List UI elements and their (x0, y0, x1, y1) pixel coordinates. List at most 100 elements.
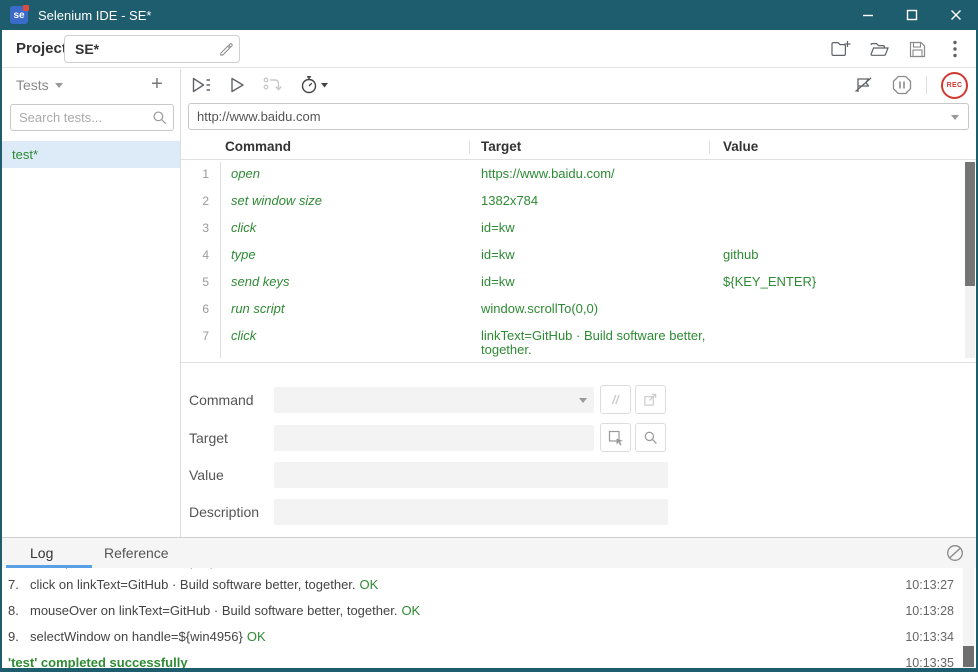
window-border-left (0, 30, 2, 668)
maximize-button[interactable] (890, 0, 934, 30)
table-row[interactable]: 6run scriptwindow.scrollTo(0,0) (181, 295, 976, 322)
target-cell: window.scrollTo(0,0) (481, 295, 721, 322)
tab-log[interactable]: Log (30, 538, 53, 568)
log-entry-text: click on linkText=GitHub · Build softwar… (30, 577, 356, 592)
command-table-header: Command Target Value (181, 134, 976, 160)
tests-header: Tests + (2, 69, 180, 100)
table-scrollbar[interactable] (965, 162, 975, 358)
target-cell: linkText=GitHub · Build software better,… (481, 322, 721, 362)
table-row[interactable]: 7clicklinkText=GitHub · Build software b… (181, 322, 976, 362)
command-cell: click (221, 322, 481, 362)
log-entry: 7.click on linkText=GitHub · Build softw… (0, 572, 978, 598)
target-form-row: Target (181, 424, 976, 452)
command-cell: type (221, 241, 481, 268)
value-cell: ${KEY_ENTER} (721, 268, 976, 295)
toggle-comment-button[interactable]: // (600, 385, 631, 414)
record-button[interactable]: REC (941, 72, 968, 99)
log-status-badge: OK (401, 603, 420, 618)
app-logo-text: se (13, 10, 24, 21)
command-form-row: Command // (181, 386, 976, 414)
command-dropdown-caret-icon[interactable] (579, 398, 587, 403)
clear-log-icon[interactable] (946, 544, 964, 562)
tests-dropdown[interactable]: Tests (16, 77, 49, 93)
table-row[interactable]: 5send keysid=kw${KEY_ENTER} (181, 268, 976, 295)
run-all-tests-icon[interactable] (191, 76, 212, 94)
close-button[interactable] (934, 0, 978, 30)
table-row[interactable]: 2set window size1382x784 (181, 187, 976, 214)
command-field-label: Command (189, 386, 254, 414)
tab-reference[interactable]: Reference (104, 538, 169, 568)
value-cell: github (721, 241, 976, 268)
test-list-item[interactable]: test* (2, 141, 180, 168)
header-command: Command (225, 134, 291, 160)
test-search-input[interactable] (11, 105, 149, 130)
value-field-input[interactable] (274, 462, 668, 488)
value-cell (721, 295, 976, 322)
more-options-icon[interactable] (944, 38, 966, 60)
table-scrollbar-thumb[interactable] (965, 162, 975, 286)
header-value: Value (723, 134, 758, 160)
value-cell (721, 160, 976, 187)
value-form-row: Value (181, 461, 976, 489)
target-cell: id=kw (481, 268, 721, 295)
save-project-icon[interactable] (906, 38, 928, 60)
value-field-label: Value (189, 461, 224, 489)
disable-breakpoints-icon[interactable] (854, 75, 878, 95)
log-status-badge: OK (247, 629, 266, 644)
select-target-button[interactable] (600, 423, 631, 452)
target-cell: id=kw (481, 241, 721, 268)
target-field-label: Target (189, 424, 228, 452)
header-divider (709, 141, 710, 154)
log-entry-text: 'test' completed successfully (8, 655, 188, 669)
selenium-ide-window: se Selenium IDE - SE* Project: (0, 0, 978, 672)
project-name-input[interactable] (65, 36, 213, 62)
command-cell: click (221, 214, 481, 241)
new-project-icon[interactable] (830, 38, 852, 60)
row-number: 3 (181, 214, 221, 241)
run-current-test-icon[interactable] (229, 76, 245, 94)
target-field-input[interactable] (274, 425, 594, 451)
toolbar-divider (926, 76, 927, 94)
log-entry: 'test' completed successfully10:13:35 (0, 650, 978, 669)
project-name-field (64, 35, 240, 63)
base-url-box (188, 103, 969, 130)
find-target-button[interactable] (635, 423, 666, 452)
log-scrollbar[interactable] (963, 568, 974, 669)
project-actions (830, 30, 966, 68)
playback-toolbar: REC (181, 69, 976, 101)
row-number: 6 (181, 295, 221, 322)
test-speed-icon[interactable] (299, 75, 329, 95)
minimize-button[interactable] (846, 0, 890, 30)
tests-dropdown-caret-icon[interactable] (55, 83, 63, 88)
row-number: 4 (181, 241, 221, 268)
log-entry-number: 8. (8, 598, 30, 624)
record-button-label: REC (947, 82, 963, 89)
command-field-input[interactable] (274, 387, 594, 413)
header-divider (469, 141, 470, 154)
test-search-box (10, 104, 174, 131)
open-reference-button[interactable] (635, 385, 666, 414)
row-number: 7 (181, 322, 221, 362)
window-title: Selenium IDE - SE* (38, 8, 151, 23)
window-controls (846, 0, 978, 30)
table-row[interactable]: 4typeid=kwgithub (181, 241, 976, 268)
search-icon (152, 110, 167, 125)
pause-on-exceptions-icon[interactable] (892, 75, 912, 95)
log-entry-time: 10:13:34 (905, 624, 954, 650)
url-dropdown-caret-icon[interactable] (951, 115, 959, 120)
commands-list: 1openhttps://www.baidu.com/2set window s… (181, 160, 976, 363)
log-status-badge: OK (360, 577, 379, 592)
log-scrollbar-thumb[interactable] (963, 646, 974, 667)
log-entry: 9.selectWindow on handle=${win4956}OK10:… (0, 624, 978, 650)
step-over-icon[interactable] (262, 76, 282, 94)
open-project-icon[interactable] (868, 38, 890, 60)
test-editor-panel: REC Command Target Value 1openhttps://ww… (181, 69, 976, 537)
table-row[interactable]: 1openhttps://www.baidu.com/ (181, 160, 976, 187)
row-number: 1 (181, 160, 221, 187)
row-number: 5 (181, 268, 221, 295)
edit-project-icon[interactable] (218, 41, 233, 56)
base-url-input[interactable] (189, 104, 939, 129)
description-field-input[interactable] (274, 499, 668, 525)
add-test-button[interactable]: + (146, 73, 168, 95)
table-row[interactable]: 3clickid=kw (181, 214, 976, 241)
